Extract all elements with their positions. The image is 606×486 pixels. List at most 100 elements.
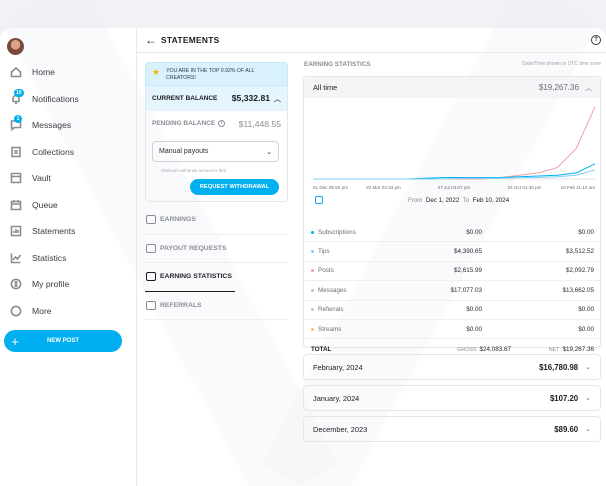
sidebar-item-label: Messages: [32, 120, 72, 131]
chevron-down-icon: ⌄: [585, 364, 591, 371]
dollar-icon: [146, 215, 156, 225]
chevron-down-icon: ⌄: [585, 395, 591, 402]
sidebar-item-more[interactable]: More: [0, 298, 137, 325]
menu-item-payout-requests[interactable]: PAYOUT REQUESTS: [145, 235, 288, 263]
top-creator-text: YOU ARE IN THE TOP 0.92% OF ALL CREATORS…: [166, 68, 255, 81]
chevron-down-icon: ⌄: [266, 148, 272, 156]
row-category: Streams: [304, 326, 424, 333]
profile-icon: [9, 278, 22, 291]
row-gross: $4,390.65: [453, 248, 482, 256]
payout-method-value: Manual payouts: [159, 148, 209, 155]
vault-icon: [9, 172, 22, 185]
gross-total: $24,083.67: [479, 345, 511, 353]
net-total: $19,267.36: [562, 345, 594, 353]
current-balance-row[interactable]: CURRENT BALANCE $5,332.81 ︿: [146, 86, 287, 111]
row-gross: $0.00: [466, 306, 482, 314]
sidebar-item-my-profile[interactable]: My profile: [0, 271, 137, 298]
star-icon: ★: [152, 67, 161, 77]
sidebar-item-home[interactable]: Home: [0, 59, 137, 86]
table-row: Messages $17,077.03 $13,662.05: [304, 281, 600, 301]
net-label: NET: [548, 346, 560, 353]
section-heading: EARNING STATISTICS: [304, 60, 371, 68]
plus-icon: +: [11, 333, 19, 349]
sidebar-item-label: Collections: [32, 146, 75, 157]
sidebar-item-label: Vault: [32, 173, 51, 184]
minimum-withdraw-note: Minimum withdraw amount is $20: [161, 168, 227, 173]
menu-item-earning-statistics[interactable]: EARNING STATISTICS: [145, 263, 235, 292]
request-withdrawal-button[interactable]: REQUEST WITHDRAWAL: [190, 179, 279, 195]
row-net: $0.00: [578, 228, 594, 236]
sidebar-item-queue[interactable]: Queue: [0, 192, 137, 219]
row-gross: $2,615.99: [453, 267, 482, 275]
row-net: $3,512.52: [565, 248, 594, 256]
message-count-badge: 1: [14, 115, 22, 123]
payout-method-select[interactable]: Manual payouts ⌄: [152, 141, 279, 162]
table-row: Posts $2,615.99 $2,092.79: [304, 262, 600, 282]
row-net: $13,662.05: [562, 286, 594, 294]
help-icon[interactable]: ?: [591, 35, 601, 45]
menu-item-earnings[interactable]: EARNINGS: [145, 206, 288, 235]
avatar[interactable]: [7, 38, 24, 55]
sidebar-item-messages[interactable]: 1 Messages: [0, 112, 137, 139]
table-row: Subscriptions $0.00 $0.00: [304, 223, 600, 243]
period-selector[interactable]: All time $19,267.36 ︿: [304, 77, 600, 98]
earnings-breakdown-table: Subscriptions $0.00 $0.00 Tips $4,390.65 $3,5…: [304, 223, 600, 359]
row-gross: $17,077.03: [450, 286, 482, 294]
calendar-icon[interactable]: [315, 196, 323, 204]
table-row: Streams $0.00 $0.00: [304, 320, 600, 340]
pending-balance-amount: $11,448.55: [238, 118, 281, 129]
statistics-card: All time $19,267.36 ︿ 01 Dec 05:50 pm 20 …: [303, 76, 601, 353]
notification-count-badge: 10: [14, 88, 24, 97]
date-range-row: From Dec 1, 2022 To Feb 10, 2024: [304, 190, 600, 212]
row-gross: $0.00: [466, 228, 482, 236]
current-balance-amount: $5,332.81: [231, 93, 270, 103]
earnings-chart: 01 Dec 05:50 pm 20 Mar 04:33 pm 07 Jul 03:…: [307, 99, 599, 191]
total-label: TOTAL: [311, 345, 332, 353]
page-title: STATEMENTS: [161, 35, 220, 45]
page-header: ← STATEMENTS ?: [137, 28, 606, 53]
sidebar-item-vault[interactable]: Vault: [0, 165, 137, 192]
month-row-january-2024[interactable]: January, 2024 $107.20 ⌄: [303, 385, 601, 411]
sidebar-item-label: Home: [32, 67, 55, 78]
table-row: Referrals $0.00 $0.00: [304, 301, 600, 320]
top-creator-banner: ★ YOU ARE IN THE TOP 0.92% OF ALL CREATO…: [145, 62, 288, 86]
date-to: Feb 10, 2024: [472, 197, 510, 204]
statements-icon: [9, 225, 22, 238]
sidebar: Home 10 Notifications 1 Messages Collect…: [0, 28, 137, 486]
sidebar-item-notifications[interactable]: 10 Notifications: [0, 86, 137, 113]
menu-item-referrals[interactable]: REFERRALS: [145, 292, 288, 320]
pending-balance-row: PENDING BALANCE i $11,448.55: [146, 111, 287, 136]
sidebar-item-label: Notifications: [32, 93, 79, 104]
period-amount: $19,267.36: [538, 82, 579, 92]
home-icon: [9, 66, 22, 79]
balance-card: CURRENT BALANCE $5,332.81 ︿ PENDING BALAN…: [145, 86, 288, 202]
table-row: Tips $4,390.65 $3,512.52: [304, 242, 600, 262]
sidebar-item-statistics[interactable]: Statistics: [0, 245, 137, 272]
month-row-february-2024[interactable]: February, 2024 $16,780.98 ⌄: [303, 354, 601, 380]
current-balance-label: CURRENT BALANCE: [152, 95, 218, 102]
chevron-down-icon: ⌄: [585, 426, 591, 433]
sidebar-item-label: My profile: [32, 279, 70, 290]
row-category: Subscriptions: [304, 229, 424, 236]
info-icon[interactable]: i: [218, 119, 226, 127]
row-net: $0.00: [578, 306, 594, 314]
date-from: Dec 1, 2022: [425, 197, 460, 204]
row-net: $0.00: [578, 325, 594, 333]
sidebar-item-label: Statements: [32, 226, 76, 237]
chevron-up-icon: ︿: [585, 84, 592, 92]
row-gross: $0.00: [466, 325, 482, 333]
date-range[interactable]: From Dec 1, 2022 To Feb 10, 2024: [408, 197, 509, 204]
earnings-line-chart: 01 Dec 05:50 pm 20 Mar 04:33 pm 07 Jul 03:…: [313, 106, 596, 190]
sidebar-item-collections[interactable]: Collections: [0, 139, 137, 166]
chevron-up-icon[interactable]: ︿: [274, 96, 281, 103]
balance-panel: ★ YOU ARE IN THE TOP 0.92% OF ALL CREATO…: [145, 62, 288, 320]
timezone-note: Date/Time shown in UTC time zone: [522, 61, 601, 67]
sidebar-item-label: Statistics: [32, 252, 67, 263]
sidebar-item-label: More: [32, 305, 52, 316]
period-label: All time: [313, 83, 338, 92]
month-row-december-2023[interactable]: December, 2023 $89.60 ⌄: [303, 416, 601, 442]
new-post-button[interactable]: + NEW POST: [4, 330, 122, 352]
back-arrow-icon[interactable]: ←: [145, 33, 157, 47]
sidebar-item-statements[interactable]: Statements: [0, 218, 137, 245]
sidebar-item-label: Queue: [32, 199, 58, 210]
